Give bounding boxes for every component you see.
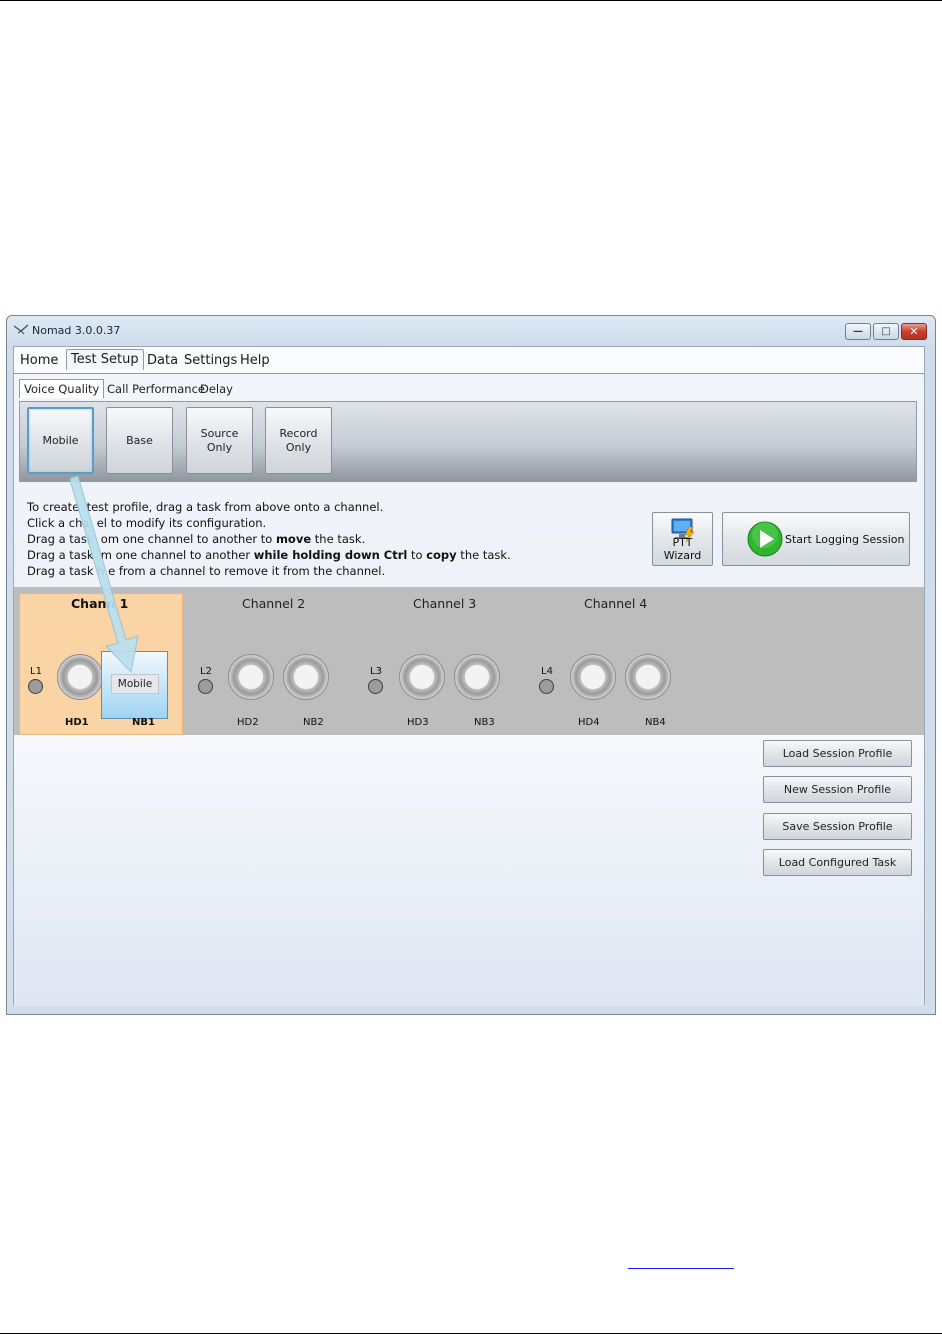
menu-home[interactable]: Home [18,353,60,368]
menu-test-setup[interactable]: Test Setup [66,349,144,370]
instruction-line: To create test profile, drag a task from… [27,500,384,514]
channel-3-led-label: L3 [370,666,382,677]
channel-1-nb-label: NB1 [132,717,155,728]
channel-2-nb-label: NB2 [303,717,324,728]
close-icon: ✕ [909,325,919,338]
channel-1-hd-label: HD1 [65,717,89,728]
menu-data[interactable]: Data [145,353,180,368]
ptt-wizard-button[interactable]: PTT Wizard [652,512,713,566]
channel-4-title[interactable]: Channel 4 [584,596,647,611]
assigned-task-mobile: Mobile [111,674,159,694]
tab-call-performance[interactable]: Call Performance [107,382,205,396]
channel-4-led-label: L4 [541,666,553,677]
save-session-profile-button[interactable]: Save Session Profile [763,813,912,840]
instruction-text: Drag a task om one channel to another to [27,532,276,546]
window-title: Nomad 3.0.0.37 [32,324,121,337]
channel-4-nb-connector[interactable] [625,654,671,700]
instruction-emphasis: move [275,532,312,546]
instruction-text: to [407,548,427,562]
channel-1-title[interactable]: Chann 1 [71,596,128,611]
channel-2-hd-connector[interactable] [228,654,274,700]
task-source-only[interactable]: Source Only [186,407,253,474]
start-logging-label: Start Logging Session [785,533,905,546]
document-link-underline[interactable] [628,1268,734,1269]
instruction-line: Drag a task om one channel to another to… [27,531,511,547]
task-base[interactable]: Base [106,407,173,474]
app-window: Nomad 3.0.0.37 — □ ✕ Home Test Setup Dat… [6,315,936,1015]
load-session-profile-button[interactable]: Load Session Profile [763,740,912,767]
channel-1-led-label: L1 [30,666,42,677]
session-area: Load Session Profile New Session Profile… [14,735,924,1006]
task-mobile[interactable]: Mobile [27,407,94,474]
task-record-only[interactable]: Record Only [265,407,332,474]
channel-3-nb-label: NB3 [474,717,495,728]
channel-1-led [28,679,43,694]
tab-delay[interactable]: Delay [200,382,233,396]
channel-4-led [539,679,554,694]
load-configured-task-button[interactable]: Load Configured Task [763,849,912,876]
channel-strip: Chann 1 L1 HD1 Mobile NB1 Channel 2 L2 H… [14,587,924,735]
instruction-emphasis: copy [426,548,457,562]
channel-2-led [198,679,213,694]
menu-settings[interactable]: Settings [182,353,239,368]
instructions-text: To create test profile, drag a task from… [27,499,511,579]
channel-3-nb-connector[interactable] [454,654,500,700]
instruction-line: Drag a task m one channel to another whi… [27,547,511,563]
page-bottom-rule [0,1333,942,1334]
instruction-emphasis: while holding down Ctrl [253,548,408,562]
channel-4-nb-label: NB4 [645,717,666,728]
channel-1-nb-task[interactable]: Mobile [101,651,168,719]
maximize-icon: □ [881,326,891,337]
channel-2-title[interactable]: Channel 2 [242,596,305,611]
channel-3-led [368,679,383,694]
channel-2-nb-connector[interactable] [283,654,329,700]
tab-voice-quality[interactable]: Voice Quality [19,379,105,398]
minimize-button[interactable]: — [845,323,871,340]
instruction-text: Drag a task m one channel to another [27,548,254,562]
channel-2-hd-label: HD2 [237,717,259,728]
client-area: Home Test Setup Data Settings Help Voice… [13,346,925,1006]
instruction-text: the task. [311,532,366,546]
channel-1-hd-connector[interactable] [57,654,103,700]
minimize-icon: — [853,326,863,337]
start-logging-button[interactable]: Start Logging Session [722,512,910,566]
title-bar[interactable]: Nomad 3.0.0.37 — □ ✕ [7,316,935,346]
channel-3-hd-connector[interactable] [399,654,445,700]
new-session-profile-button[interactable]: New Session Profile [763,776,912,803]
channel-3-hd-label: HD3 [407,717,429,728]
instruction-text: the task. [456,548,511,562]
app-logo-icon [13,324,29,335]
close-button[interactable]: ✕ [901,323,927,340]
main-menu-bar: Home Test Setup Data Settings Help [14,347,924,373]
task-toolbox: Mobile Base Source Only Record Only [19,401,917,482]
instruction-line: Click a cha el to modify its configurati… [27,516,267,530]
test-setup-panel: Voice Quality Call Performance Delay Mob… [14,373,924,1006]
instruction-line: Drag a task h e from a channel to remove… [27,564,386,578]
ptt-wizard-label: PTT Wizard [663,536,702,562]
channel-2-led-label: L2 [200,666,212,677]
page-top-rule [0,0,942,1]
play-icon [747,521,783,557]
channel-4-hd-label: HD4 [578,717,600,728]
channel-3-title[interactable]: Channel 3 [413,596,476,611]
menu-help[interactable]: Help [238,353,272,368]
maximize-button[interactable]: □ [873,323,899,340]
channel-4-hd-connector[interactable] [570,654,616,700]
